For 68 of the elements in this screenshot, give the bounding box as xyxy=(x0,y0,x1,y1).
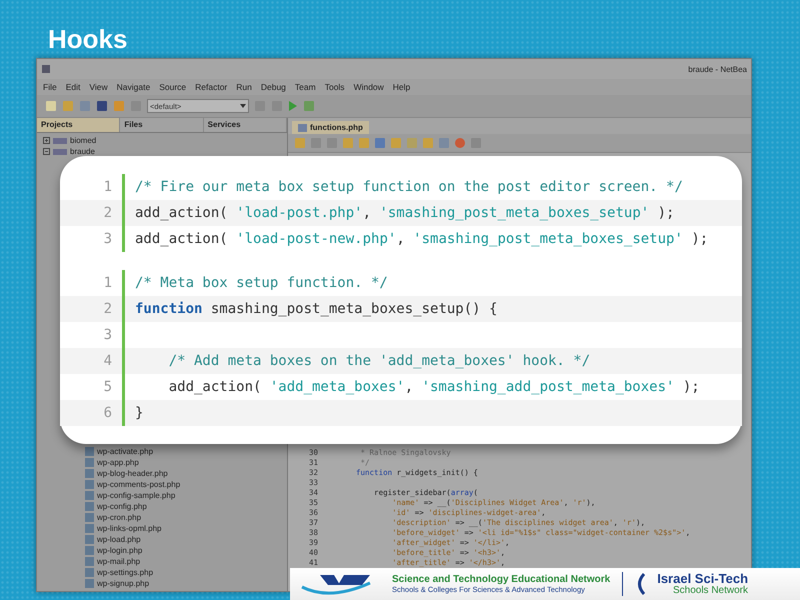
menu-item[interactable]: Source xyxy=(159,82,186,92)
editor-tab[interactable]: functions.php xyxy=(292,121,369,134)
tree-node[interactable]: wp-comments-post.php xyxy=(97,480,180,489)
toolbar-icon[interactable] xyxy=(358,137,370,149)
network-tagline: Science and Technology Educational Network xyxy=(392,574,610,585)
menu-item[interactable]: Refactor xyxy=(195,82,228,92)
project-icon xyxy=(53,148,67,156)
line-number: 5 xyxy=(102,379,113,395)
window-title: braude - NetBea xyxy=(688,64,747,74)
toolbar-icon[interactable] xyxy=(342,137,354,149)
toolbar-icon[interactable] xyxy=(406,137,418,149)
code-line: } xyxy=(135,405,144,421)
tree-node[interactable]: wp-settings.php xyxy=(97,568,154,577)
panel-tab[interactable]: Projects xyxy=(37,118,120,132)
toolbar-icon[interactable] xyxy=(438,137,450,149)
code-line: add_action( 'add_meta_boxes', 'smashing_add_post_meta_boxes' ); xyxy=(168,379,700,395)
tree-node[interactable]: wp-cron.php xyxy=(97,513,142,522)
collapse-icon[interactable] xyxy=(43,148,50,155)
toolbar-icon[interactable] xyxy=(390,137,402,149)
menu-item[interactable]: File xyxy=(43,82,57,92)
line-number: 3 xyxy=(102,327,113,343)
code-line: function smashing_post_meta_boxes_setup() { xyxy=(135,301,498,317)
menu-item[interactable]: Edit xyxy=(66,82,80,92)
code-line: add_action( 'load-post-new.php', 'smashing_post_meta_boxes_setup' ); xyxy=(135,231,708,247)
code-line: /* Meta box setup function. */ xyxy=(135,275,388,291)
toolbar-icon[interactable] xyxy=(374,137,386,149)
arc-logo-icon xyxy=(635,572,646,596)
line-number: 1 xyxy=(102,179,113,195)
brand-subtitle: Schools Network xyxy=(672,585,748,596)
project-item[interactable]: biomed xyxy=(70,136,96,145)
line-number: 2 xyxy=(102,301,113,317)
tree-node[interactable]: wp-mail.php xyxy=(97,557,140,566)
toolbar-icon[interactable] xyxy=(422,137,434,149)
tree-node[interactable]: wp-activate.php xyxy=(97,447,154,456)
menu-item[interactable]: Navigate xyxy=(116,82,150,92)
menu-item[interactable]: Window xyxy=(354,82,384,92)
menu-item[interactable]: Help xyxy=(392,82,410,92)
line-number: 3 xyxy=(102,231,113,247)
brand-name: Israel Sci-Tech xyxy=(657,572,748,585)
panel-tab[interactable]: Files xyxy=(120,118,204,132)
line-number: 6 xyxy=(102,405,113,421)
project-icon xyxy=(53,136,67,144)
tree-node[interactable]: wp-config.php xyxy=(97,502,147,511)
toolbar-icon[interactable] xyxy=(294,137,306,149)
expand-icon[interactable] xyxy=(43,137,50,144)
menu-item[interactable]: Tools xyxy=(324,82,345,92)
tree-node[interactable]: wp-blog-header.php xyxy=(97,469,168,478)
tree-node[interactable]: wp-app.php xyxy=(97,458,139,467)
code-line: /* Add meta boxes on the 'add_meta_boxes' hook. */ xyxy=(168,353,590,369)
panel-tab[interactable]: Services xyxy=(204,118,287,132)
record-icon[interactable] xyxy=(454,137,466,149)
menu-item[interactable]: Team xyxy=(294,82,316,92)
tree-node[interactable]: wp-login.php xyxy=(97,546,142,555)
menu-item[interactable]: Run xyxy=(236,82,252,92)
menu-item[interactable]: View xyxy=(89,82,108,92)
line-number: 2 xyxy=(102,205,113,221)
slide-title: Hooks xyxy=(47,23,128,56)
project-item[interactable]: braude xyxy=(70,147,95,156)
caret-icon xyxy=(240,104,246,108)
code-line: /* Fire our meta box setup function on the post editor screen. */ xyxy=(135,179,683,195)
line-number: 4 xyxy=(102,353,113,369)
menu-item[interactable]: Debug xyxy=(260,82,286,92)
line-number: 1 xyxy=(102,275,113,291)
tree-node[interactable]: wp-config-sample.php xyxy=(97,491,176,500)
tree-node[interactable]: wp-links-opml.php xyxy=(97,524,162,533)
tree-node[interactable]: wp-load.php xyxy=(97,535,141,544)
tree-node[interactable]: wp-signup.php xyxy=(97,579,150,588)
code-line: add_action( 'load-post.php', 'smashing_post_meta_boxes_setup' ); xyxy=(135,205,674,221)
